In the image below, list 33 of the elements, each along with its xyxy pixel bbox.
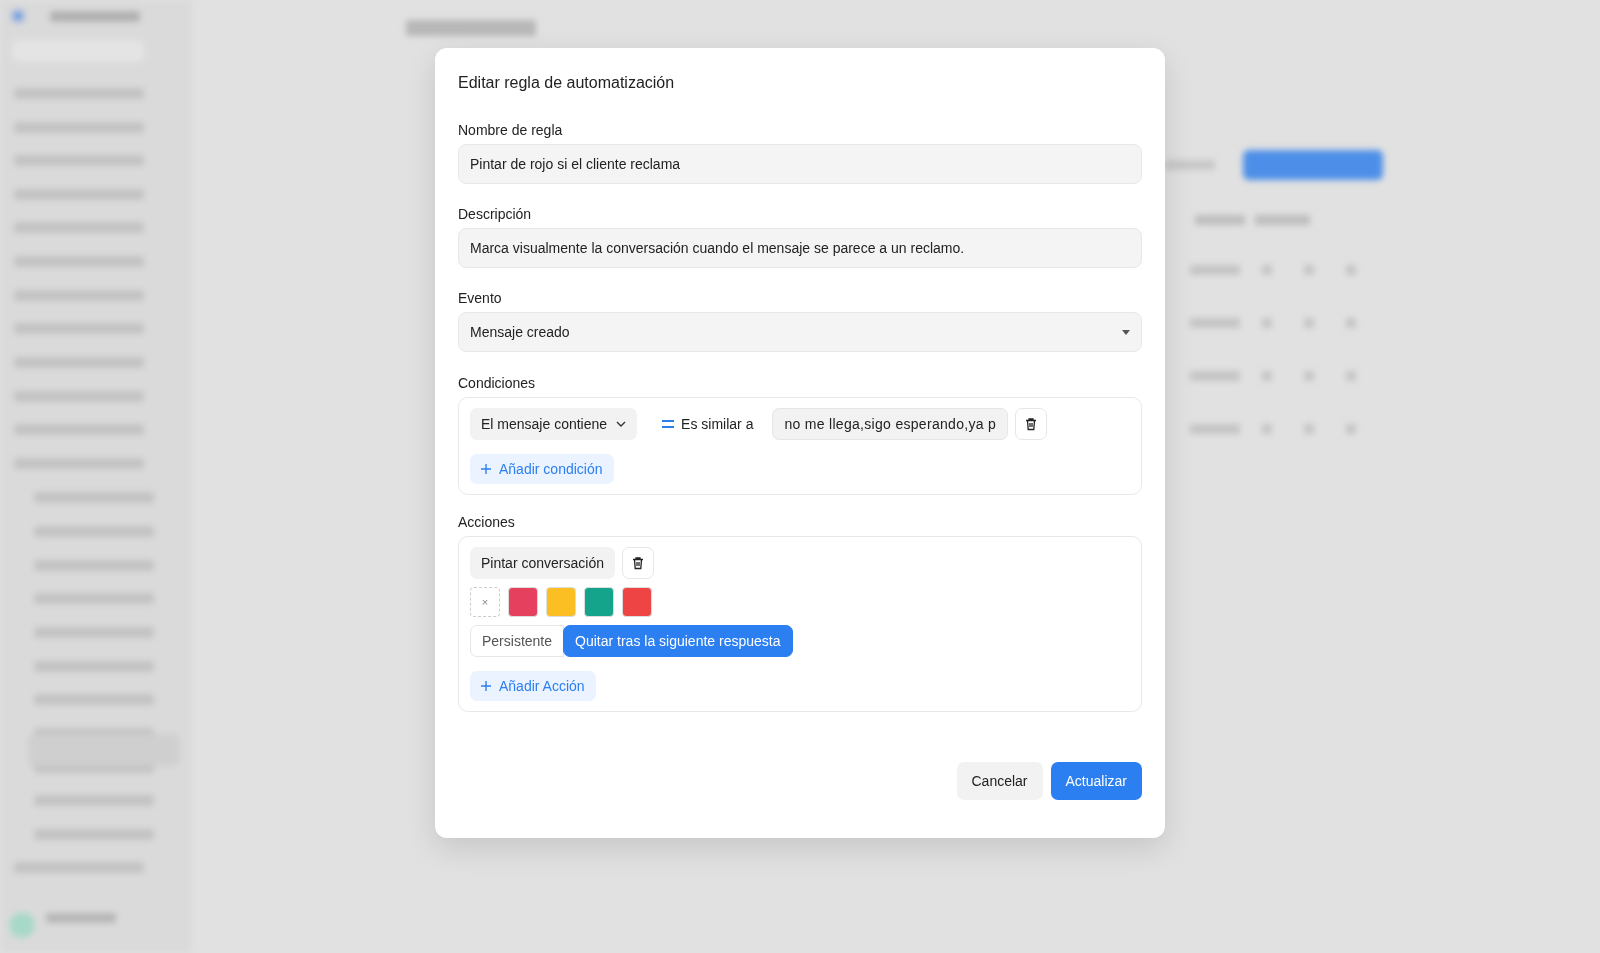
mode-option[interactable]: Persistente [470, 625, 565, 657]
dialog-title: Editar regla de automatización [458, 74, 675, 92]
input-field[interactable]: Pintar de rojo si el cliente reclama [458, 144, 1142, 184]
chevron-down-icon [616, 421, 627, 427]
input-field[interactable]: Marca visualmente la conversación cuando el mensaje se parece a un reclamo. [458, 228, 1142, 268]
attribute-dropdown[interactable]: El mensaje contiene [470, 408, 638, 440]
field-label: Nombre de regla [458, 122, 563, 138]
update-button[interactable]: Actualizar [1050, 762, 1142, 800]
section-label: Acciones [458, 514, 515, 530]
add-action-button[interactable]: Añadir Acción [470, 671, 596, 701]
section-label: Condiciones [458, 375, 536, 391]
trash-icon [630, 556, 645, 570]
color-swatch[interactable] [508, 587, 538, 617]
no-color-option[interactable]: × [470, 587, 500, 617]
field-label: Evento [458, 290, 502, 306]
color-swatch[interactable] [584, 587, 614, 617]
condition-value-field[interactable]: no me llega,sigo esperando,ya p [772, 408, 1009, 440]
field-label: Descripción [458, 206, 532, 222]
add-condition-button[interactable]: Añadir condición [470, 454, 614, 484]
mode-option[interactable]: Quitar tras la siguiente respuesta [563, 625, 793, 657]
operator-label: Es similar a [681, 416, 754, 432]
equals-icon [662, 420, 675, 428]
delete-button[interactable] [1015, 408, 1048, 440]
color-swatch[interactable] [546, 587, 576, 617]
delete-button[interactable] [621, 547, 654, 579]
event-select[interactable]: Mensaje creado [458, 312, 1142, 352]
color-swatch[interactable] [622, 587, 652, 617]
action-label[interactable]: Pintar conversación [470, 547, 615, 579]
trash-icon [1024, 417, 1039, 431]
cancel-button[interactable]: Cancelar [956, 762, 1043, 800]
plus-icon [481, 681, 491, 691]
dropdown-icon [1122, 329, 1130, 335]
plus-icon [481, 464, 491, 474]
